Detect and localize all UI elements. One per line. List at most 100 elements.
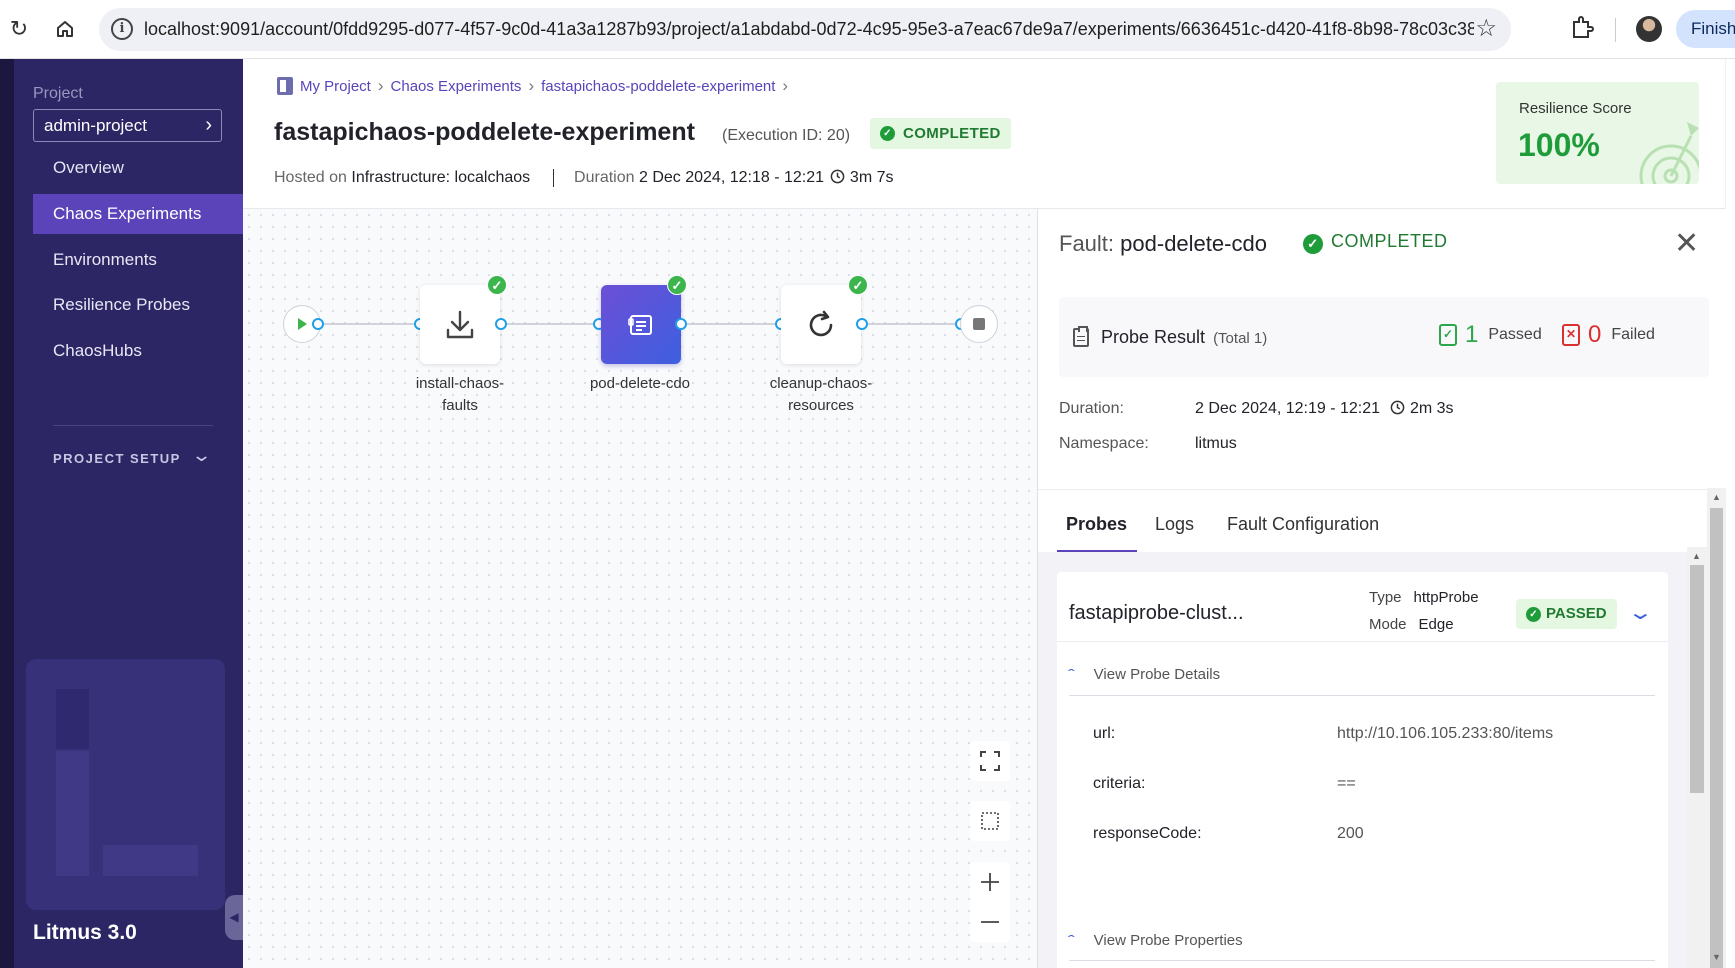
chevron-down-icon[interactable]: ⌄ [1627, 600, 1654, 625]
node-label: cleanup-chaos-resources [769, 375, 873, 414]
zoom-in-icon[interactable] [970, 862, 1010, 902]
node-port[interactable] [312, 318, 324, 330]
fault-prefix: Fault: [1059, 231, 1115, 256]
failed-count-stat: ✕ 0 Failed [1562, 321, 1655, 349]
tab-logs[interactable]: Logs [1155, 514, 1194, 535]
workflow-node-cleanup[interactable] [781, 285, 861, 364]
workflow-node-install[interactable] [420, 285, 500, 364]
clipboard-check-icon: ✓ [1439, 324, 1457, 346]
node-port[interactable] [675, 318, 687, 330]
view-probe-details-toggle[interactable]: ˆ View Probe Details [1067, 666, 1220, 683]
sidebar-item-chaos-experiments[interactable]: Chaos Experiments [33, 194, 243, 234]
workflow-end-node[interactable] [960, 305, 998, 343]
browser-toolbar: ↻ i localhost:9091/account/0fdd9295-d077… [0, 0, 1735, 59]
window-edge [1726, 59, 1735, 968]
stop-icon [973, 318, 985, 330]
fit-to-screen-icon[interactable] [970, 741, 1010, 781]
duration-range: 2 Dec 2024, 12:19 - 12:21 [1195, 400, 1381, 417]
scrollbar-thumb[interactable] [1690, 565, 1704, 793]
info-icon[interactable]: i [111, 18, 133, 40]
failed-label: Failed [1611, 326, 1655, 343]
scrollbar-thumb[interactable] [1710, 508, 1723, 968]
chevron-down-icon[interactable]: ⌄ [191, 445, 212, 466]
check-circle-icon: ✓ [667, 275, 687, 295]
toolbar-separator [1615, 18, 1616, 42]
status-badge: ✓ COMPLETED [870, 118, 1011, 149]
duration-total: 3m 7s [849, 169, 894, 187]
probe-status-badge: ✓ PASSED [1516, 599, 1617, 629]
node-port[interactable] [856, 318, 868, 330]
breadcrumb-experiment[interactable]: fastapichaos-poddelete-experiment [541, 78, 775, 95]
sidebar-strip [0, 59, 14, 968]
home-icon[interactable] [50, 14, 80, 44]
project-icon [277, 77, 293, 95]
hosted-label: Hosted on [274, 169, 347, 187]
scroll-up-icon[interactable]: ▲ [1712, 492, 1721, 502]
passed-count: 1 [1465, 321, 1479, 348]
resilience-score-value: 100% [1518, 127, 1600, 163]
probe-detail-value: == [1337, 775, 1356, 792]
extensions-icon[interactable] [1570, 15, 1594, 43]
experiment-header: My Project › Chaos Experiments › fastapi… [243, 59, 1735, 209]
sidebar-item-overview[interactable]: Overview [33, 148, 243, 188]
breadcrumb-chaos-experiments[interactable]: Chaos Experiments [391, 78, 522, 95]
placeholder-block [103, 845, 198, 876]
infrastructure-name[interactable]: Infrastructure: localchaos [351, 169, 530, 186]
node-port[interactable] [495, 318, 507, 330]
zoom-out-icon[interactable] [970, 902, 1010, 942]
breadcrumb-separator: › [528, 76, 535, 95]
detail-tabs: Probes Logs Fault Configuration [1038, 489, 1727, 553]
page-scrollbar[interactable]: ▲ ▼ [1707, 488, 1726, 968]
breadcrumb-my-project[interactable]: My Project [300, 78, 371, 95]
select-area-icon[interactable] [970, 801, 1010, 841]
probe-detail-key: responseCode: [1093, 825, 1202, 842]
chevron-up-icon: ˆ [1067, 666, 1075, 682]
sidebar-item-environments[interactable]: Environments [33, 240, 243, 280]
clipboard-x-icon: ✕ [1562, 324, 1580, 346]
close-icon[interactable]: ✕ [1674, 229, 1699, 259]
sidebar-item-resilience-probes[interactable]: Resilience Probes [33, 285, 243, 325]
address-bar[interactable]: i localhost:9091/account/0fdd9295-d077-4… [99, 8, 1511, 51]
duration-total: 2m 3s [1409, 400, 1454, 417]
tab-fault-configuration[interactable]: Fault Configuration [1227, 514, 1379, 535]
fault-name: pod-delete-cdo [1120, 231, 1267, 256]
target-icon [1639, 122, 1699, 184]
star-icon[interactable]: ☆ [1475, 14, 1497, 43]
profile-avatar[interactable] [1636, 16, 1662, 42]
probe-item: fastapiprobe-clust... Type httpProbe Mode… [1057, 572, 1668, 968]
page-title: fastapichaos-poddelete-experiment [274, 118, 695, 146]
reload-icon[interactable]: ↻ [4, 14, 34, 44]
divider [1069, 695, 1655, 696]
url-text[interactable]: localhost:9091/account/0fdd9295-d077-4f5… [144, 19, 1474, 40]
passed-count-stat: ✓ 1 Passed [1439, 321, 1542, 349]
finish-button[interactable]: Finish [1676, 10, 1735, 48]
node-label: install-chaos-faults [415, 375, 505, 414]
play-icon [298, 318, 307, 330]
scroll-down-icon[interactable]: ▼ [1712, 952, 1721, 962]
sidebar-collapse-handle[interactable]: ◀ [225, 895, 243, 940]
clock-icon [831, 169, 845, 184]
chevron-up-icon: ˆ [1067, 932, 1075, 948]
panel-scrollbar[interactable]: ▲ [1687, 547, 1707, 968]
project-setup-toggle[interactable]: PROJECT SETUP [53, 451, 181, 466]
workflow-node-pod-delete[interactable] [601, 285, 681, 364]
check-circle-icon: ✓ [848, 275, 868, 295]
probe-detail-value: http://10.106.105.233:80/items [1337, 725, 1554, 742]
clipboard-icon [1073, 326, 1089, 347]
fault-detail-panel: Fault: pod-delete-cdo ✓ COMPLETED ✕ Prob… [1037, 209, 1727, 968]
scroll-up-icon[interactable]: ▲ [1692, 551, 1701, 561]
probe-status-text: PASSED [1546, 605, 1607, 622]
sidebar-divider [53, 425, 213, 426]
check-circle-icon: ✓ [487, 275, 507, 295]
probes-tab-content: fastapiprobe-clust... Type httpProbe Mode… [1038, 552, 1707, 968]
project-selector[interactable]: admin-project › [33, 109, 222, 142]
workflow-canvas[interactable]: ✓ install-chaos-faults ✓ pod-delete-cdo … [243, 209, 1037, 968]
view-probe-properties-toggle[interactable]: ˆ View Probe Properties [1067, 932, 1243, 949]
project-label: Project [33, 85, 83, 102]
fault-title: Fault: pod-delete-cdo [1059, 231, 1267, 257]
sidebar-item-chaoshubs[interactable]: ChaosHubs [33, 331, 243, 371]
check-circle-icon: ✓ [1526, 607, 1541, 622]
probe-type: Type httpProbe [1369, 589, 1479, 606]
tab-probes[interactable]: Probes [1066, 514, 1127, 535]
view-probe-properties-label: View Probe Properties [1093, 932, 1243, 949]
